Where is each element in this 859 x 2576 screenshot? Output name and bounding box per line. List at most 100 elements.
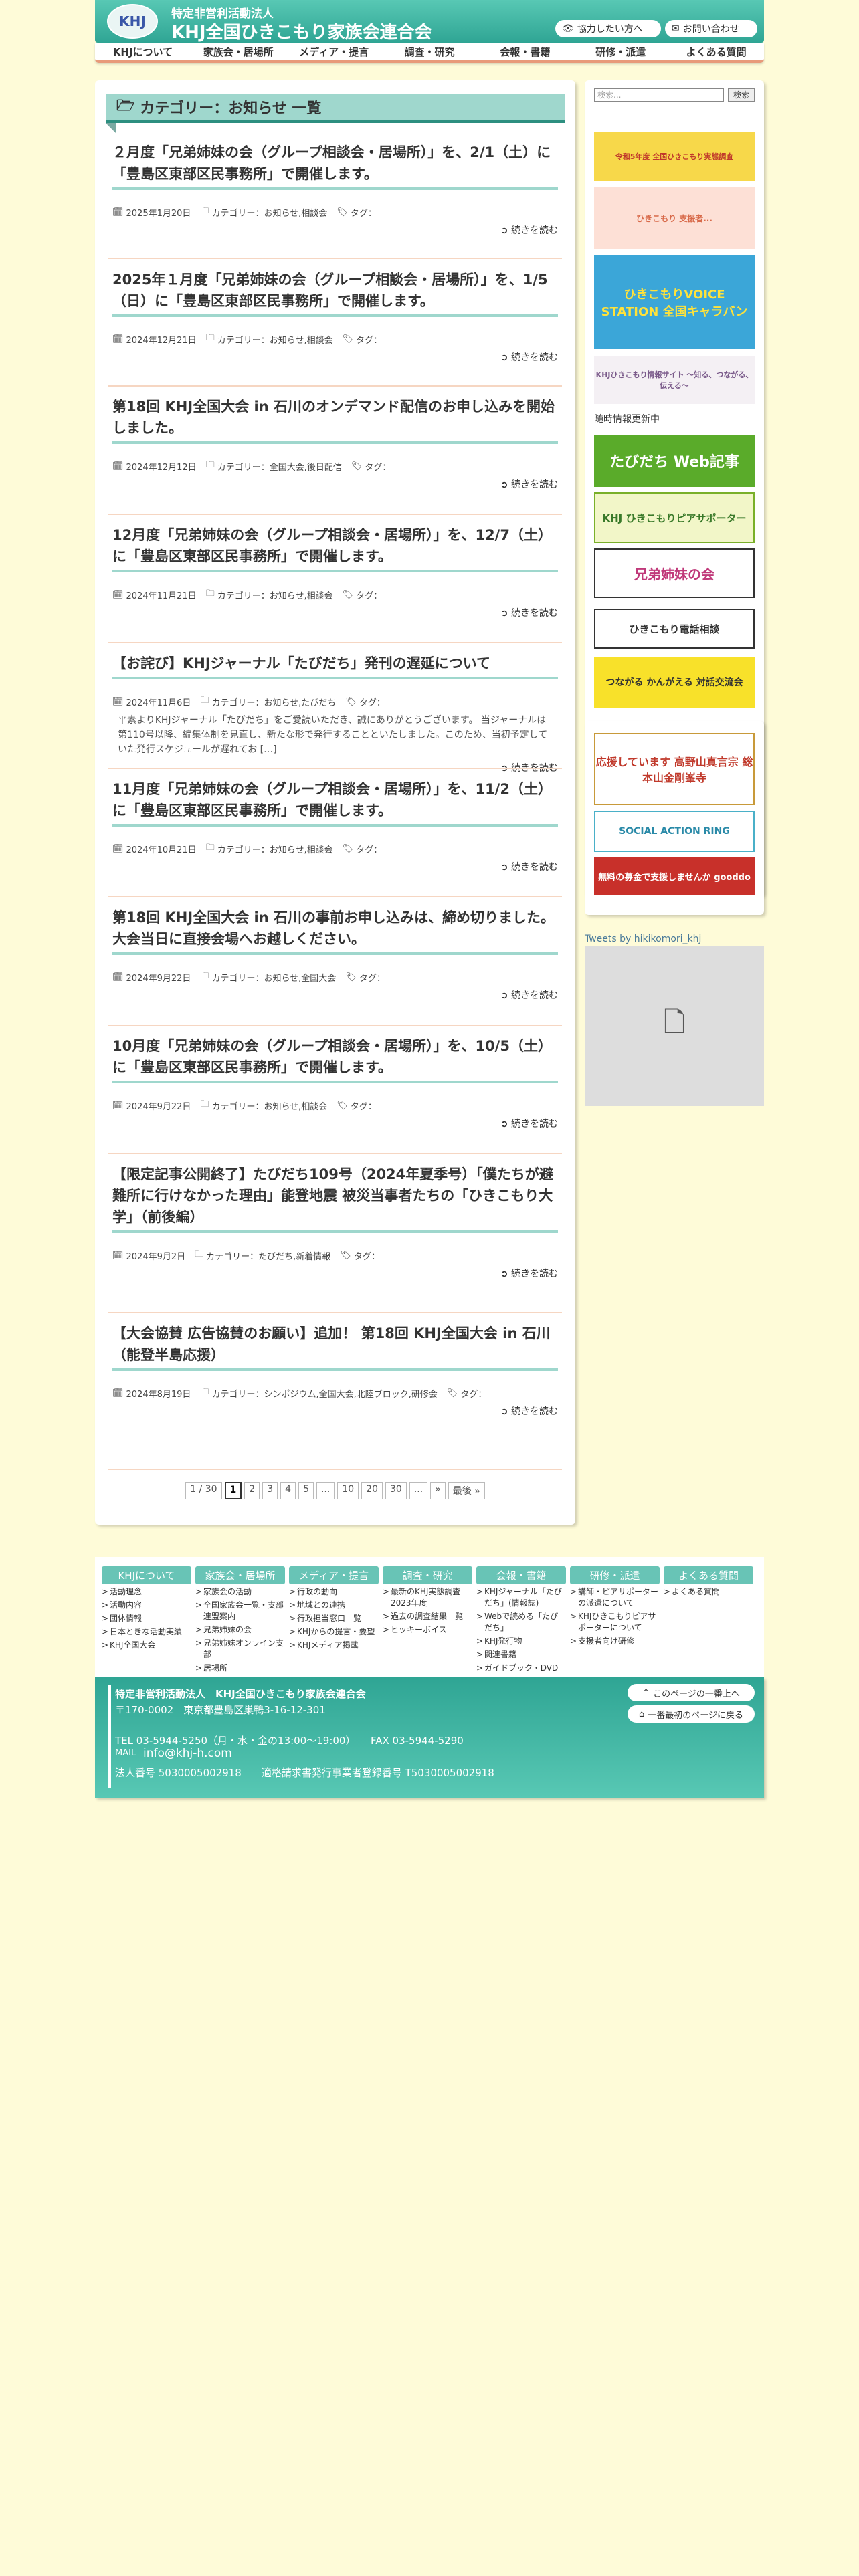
banner-peer-supporter[interactable]: KHJ ひきこもりピアサポーター — [594, 492, 755, 543]
post-title[interactable]: 【お詫び】KHJジャーナル「たびだち」発刊の遅延について — [112, 653, 558, 679]
page-link[interactable]: 30 — [385, 1482, 407, 1499]
nav-item-media[interactable]: メディア・提言 — [286, 43, 382, 60]
read-more-link[interactable]: ➲ 続きを読む — [112, 350, 558, 364]
post-category[interactable]: カテゴリー：お知らせ,相談会 — [217, 843, 333, 855]
footer-nav-link[interactable]: 家族会の活動 — [195, 1586, 285, 1598]
read-more-link[interactable]: ➲ 続きを読む — [112, 860, 558, 873]
banner-tabidachi-web[interactable]: たびだち Web記事 — [594, 435, 755, 487]
footer-nav-link[interactable]: ガイドブック・DVD — [476, 1662, 566, 1674]
post-title[interactable]: 10月度「兄弟姉妹の会（グループ相談会・居場所）」を、10/5（土）に「豊島区東… — [112, 1035, 558, 1083]
page-link[interactable]: 20 — [361, 1482, 383, 1499]
read-more-link[interactable]: ➲ 続きを読む — [112, 1117, 558, 1130]
footer-nav-link[interactable]: KHJひきこもりピアサポーターについて — [570, 1611, 660, 1634]
footer-nav-link[interactable]: 行政担当窓口一覧 — [289, 1613, 379, 1624]
footer-nav-heading[interactable]: KHJについて — [102, 1566, 191, 1584]
footer-nav-heading[interactable]: メディア・提言 — [289, 1566, 379, 1584]
page-link[interactable]: 4 — [280, 1482, 296, 1499]
page-link[interactable]: » — [430, 1482, 446, 1499]
post-title[interactable]: 【限定記事公開終了】たびだち109号（2024年夏季号）「僕たちが避難所に行けな… — [112, 1164, 558, 1233]
post-category[interactable]: カテゴリー：お知らせ,相談会 — [217, 333, 333, 346]
footer-nav-heading[interactable]: 家族会・居場所 — [195, 1566, 285, 1584]
nav-item-training[interactable]: 研修・派遣 — [573, 43, 668, 60]
footer-nav-link[interactable]: 居場所 — [195, 1662, 285, 1674]
banner-siblings[interactable]: 兄弟姉妹の会 — [594, 548, 755, 598]
page-link[interactable]: 最後 » — [448, 1482, 485, 1499]
post-category[interactable]: カテゴリー：お知らせ,相談会 — [217, 588, 333, 601]
read-more-link[interactable]: ➲ 続きを読む — [112, 477, 558, 491]
footer-nav-link[interactable]: 活動内容 — [102, 1600, 191, 1611]
nav-item-faq[interactable]: よくある質問 — [668, 43, 764, 60]
footer-nav-link[interactable]: KHJからの提言・要望 — [289, 1626, 379, 1638]
footer-nav-link[interactable]: ヒッキーボイス — [383, 1624, 472, 1636]
banner-dialogue[interactable]: つながる かんがえる 対話交流会 — [594, 657, 755, 708]
footer-nav-link[interactable]: KHJメディア掲載 — [289, 1640, 379, 1651]
scroll-top-button[interactable]: ⌃ このページの一番上へ — [628, 1684, 755, 1701]
footer-nav-link[interactable]: よくある質問 — [664, 1586, 753, 1598]
footer-nav-link[interactable]: 講師・ピアサポーターの派遣について — [570, 1586, 660, 1609]
footer-nav-link[interactable]: 最新のKHJ実態調査2023年度 — [383, 1586, 472, 1609]
footer-nav-link[interactable]: 支援者向け研修 — [570, 1636, 660, 1647]
banner-phone-consult[interactable]: ひきこもり電話相談 — [594, 609, 755, 649]
banner-supporter[interactable]: ひきこもり 支援者... — [594, 187, 755, 249]
contact-button[interactable]: ✉ お問い合わせ — [665, 20, 757, 37]
footer-nav-link[interactable]: 兄弟姉妹の会 — [195, 1624, 285, 1636]
post-category[interactable]: カテゴリー：お知らせ,たびだち — [211, 695, 336, 708]
footer-nav-link[interactable]: 活動理念 — [102, 1586, 191, 1598]
read-more-link[interactable]: ➲ 続きを読む — [112, 606, 558, 619]
banner-social-action-ring[interactable]: SOCIAL ACTION RING — [594, 811, 755, 852]
banner-gooddo[interactable]: 無料の募金で支援しませんか gooddo — [594, 857, 755, 895]
footer-nav-link[interactable]: 団体情報 — [102, 1613, 191, 1624]
banner-koyasan[interactable]: 応援しています 高野山真言宗 総本山金剛峯寺 — [594, 733, 755, 805]
post-title[interactable]: 12月度「兄弟姉妹の会（グループ相談会・居場所）」を、12/7（土）に「豊島区東… — [112, 524, 558, 572]
nav-item-family[interactable]: 家族会・居場所 — [191, 43, 286, 60]
read-more-link[interactable]: ➲ 続きを読む — [112, 223, 558, 237]
page-link[interactable]: 5 — [298, 1482, 314, 1499]
footer-nav-link[interactable]: 過去の調査結果一覧 — [383, 1611, 472, 1622]
footer-nav-link[interactable]: KHJ全国大会 — [102, 1640, 191, 1651]
footer-nav-link[interactable]: KHJジャーナル「たびだち」(情報誌) — [476, 1586, 566, 1609]
post-title[interactable]: 11月度「兄弟姉妹の会（グループ相談会・居場所）」を、11/2（土）に「豊島区東… — [112, 778, 558, 827]
footer-nav-link[interactable]: Webで読める「たびだち」 — [476, 1611, 566, 1634]
nav-item-research[interactable]: 調査・研究 — [382, 43, 478, 60]
post-category[interactable]: カテゴリー：お知らせ,全国大会 — [211, 971, 336, 984]
post-title[interactable]: 2025年１月度「兄弟姉妹の会（グループ相談会・居場所）」を、1/5（日）に「豊… — [112, 269, 558, 317]
read-more-link[interactable]: ➲ 続きを読む — [112, 1267, 558, 1280]
nav-item-books[interactable]: 会報・書籍 — [477, 43, 573, 60]
footer-nav-link[interactable]: 兄弟姉妹オンライン支部 — [195, 1638, 285, 1660]
post-title[interactable]: 【大会協賛 広告協賛のお願い】追加！ 第18回 KHJ全国大会 in 石川（能登… — [112, 1323, 558, 1371]
org-title[interactable]: KHJ全国ひきこもり家族会連合会 — [171, 19, 432, 43]
banner-voice-station[interactable]: ひきこもりVOICE STATION 全国キャラバン — [594, 255, 755, 349]
footer-nav-link[interactable]: 全国家族会一覧・支部連盟案内 — [195, 1600, 285, 1622]
site-logo[interactable]: KHJ — [107, 4, 158, 39]
post-category[interactable]: カテゴリー：お知らせ,相談会 — [211, 1099, 327, 1112]
post-category[interactable]: カテゴリー：お知らせ,相談会 — [211, 206, 327, 219]
read-more-link[interactable]: ➲ 続きを読む — [112, 988, 558, 1002]
footer-nav-link[interactable]: 行政の動向 — [289, 1586, 379, 1598]
page-link[interactable]: 10 — [337, 1482, 359, 1499]
footer-nav-link[interactable]: KHJ発行物 — [476, 1636, 566, 1647]
footer-nav-link[interactable]: 地域との連携 — [289, 1600, 379, 1611]
footer-nav-heading[interactable]: よくある質問 — [664, 1566, 753, 1584]
post-title[interactable]: 第18回 KHJ全国大会 in 石川のオンデマンド配信のお申し込みを開始しました… — [112, 396, 558, 444]
nav-item-about[interactable]: KHJについて — [95, 43, 191, 60]
footer-nav-link[interactable]: 関連書籍 — [476, 1649, 566, 1660]
footer-mail[interactable]: info@khj-h.com — [143, 1747, 232, 1760]
post-title[interactable]: ２月度「兄弟姉妹の会（グループ相談会・居場所）」を、2/1（土）に「豊島区東部区… — [112, 142, 558, 190]
banner-survey-2023[interactable]: 令和5年度 全国ひきこもり実態調査 — [594, 132, 755, 181]
page-link[interactable]: 2 — [244, 1482, 260, 1499]
footer-nav-link[interactable]: 日本ときな活動実績 — [102, 1626, 191, 1638]
banner-info-site[interactable]: KHJひきこもり情報サイト 〜知る、つながる、伝える〜 — [594, 356, 755, 404]
first-page-button[interactable]: ⌂ 一番最初のページに戻る — [628, 1705, 755, 1723]
search-button[interactable]: 検索 — [728, 88, 755, 102]
page-link[interactable]: 3 — [262, 1482, 278, 1499]
post-category[interactable]: カテゴリー：全国大会,後日配信 — [217, 460, 342, 473]
read-more-link[interactable]: ➲ 続きを読む — [112, 1404, 558, 1418]
footer-nav-heading[interactable]: 研修・派遣 — [570, 1566, 660, 1584]
post-category[interactable]: カテゴリー：シンポジウム,全国大会,北陸ブロック,研修会 — [211, 1387, 437, 1400]
tweets-link[interactable]: Tweets by hikikomori_khj — [585, 934, 701, 944]
post-title[interactable]: 第18回 KHJ全国大会 in 石川の事前お申し込みは、締め切りました。大会当日… — [112, 907, 558, 955]
cooperate-button[interactable]: 👁 協力したい方へ — [555, 20, 661, 37]
search-input[interactable]: 検索... — [594, 88, 724, 102]
post-category[interactable]: カテゴリー：たびだち,新着情報 — [206, 1249, 330, 1262]
footer-nav-heading[interactable]: 調査・研究 — [383, 1566, 472, 1584]
